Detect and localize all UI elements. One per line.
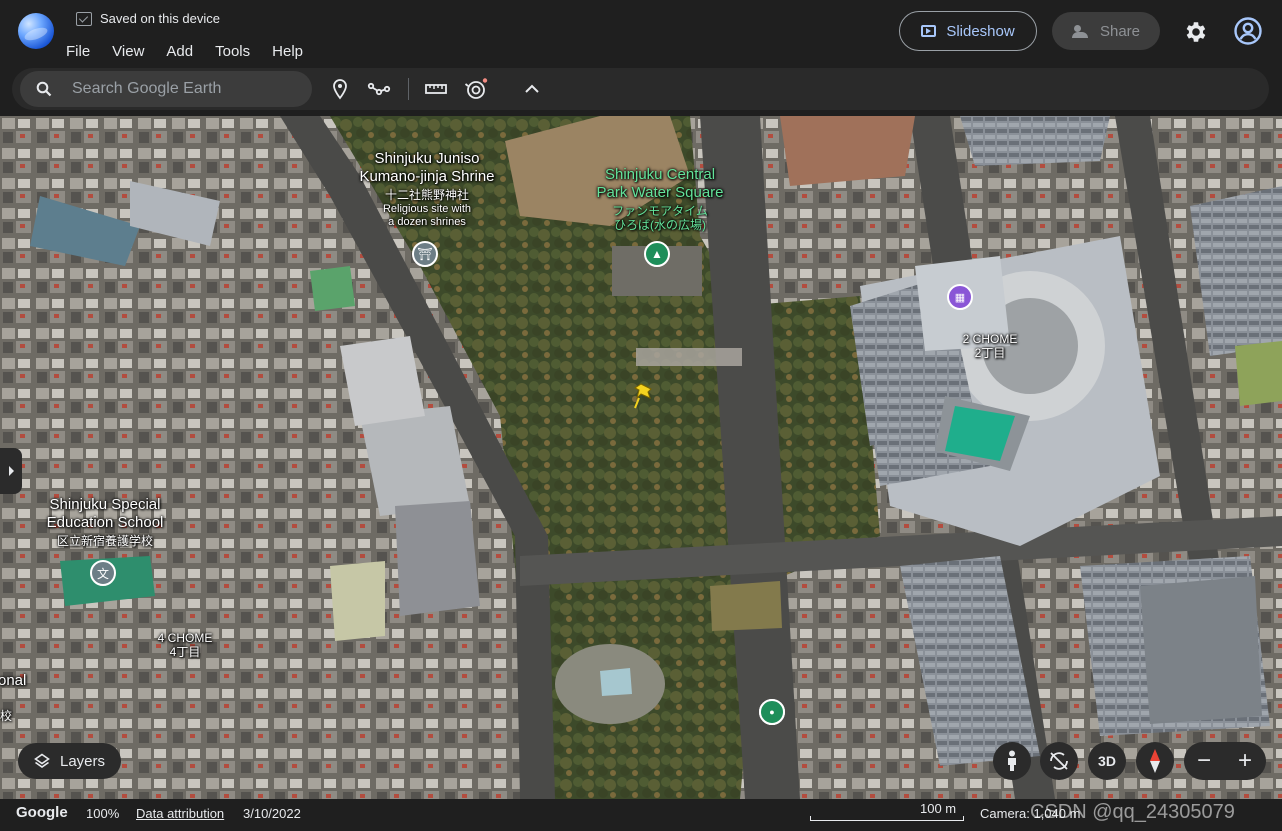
menu-help[interactable]: Help [264, 40, 311, 63]
watermark: CSDN @qq_24305079 [1030, 801, 1235, 823]
pegman-icon [1008, 750, 1016, 771]
label-juniso-description: Religious site with a dozen shrines [382, 203, 472, 228]
slideshow-button[interactable]: Slideshow [899, 11, 1037, 51]
search-icon [36, 81, 52, 97]
scale-label: 100 m [920, 801, 957, 816]
shrine-marker-icon[interactable]: ⛩ [412, 241, 438, 267]
street-view-button[interactable] [993, 742, 1031, 780]
gear-icon[interactable] [1183, 19, 1209, 45]
search-input[interactable] [72, 71, 302, 107]
menu-add[interactable]: Add [158, 40, 201, 63]
menu-view[interactable]: View [104, 40, 152, 63]
blurred-label [636, 348, 742, 366]
scale-bar [810, 816, 964, 821]
imagery-date: 3/10/2022 [243, 806, 301, 821]
toolbar [12, 68, 1269, 110]
label-2-chome: 2 CHOME 2丁目 [962, 332, 1018, 360]
compass-button[interactable] [1136, 742, 1174, 780]
people-icon [1071, 25, 1090, 38]
saved-check-icon [76, 11, 92, 26]
side-panel-toggle[interactable] [0, 448, 22, 494]
label-juniso-shrine: Shinjuku Juniso Kumano-jinja Shrine [359, 150, 495, 185]
building-marker-icon[interactable]: ▦ [947, 284, 973, 310]
chevron-up-icon[interactable] [520, 77, 544, 101]
slideshow-label: Slideshow [946, 22, 1015, 40]
zoom-in-button[interactable]: + [1225, 742, 1265, 780]
label-school-cut: onal [0, 672, 27, 689]
path-icon[interactable] [367, 77, 391, 101]
google-earth-logo-icon[interactable] [18, 13, 54, 49]
yellow-pushpin-icon[interactable] [633, 380, 655, 410]
menu-file[interactable]: File [58, 40, 98, 63]
layers-icon [34, 753, 50, 768]
label-special-education-school-jp: 区立新宿養護学校 [56, 534, 153, 548]
menu-bar: File View Add Tools Help [58, 40, 317, 63]
park-marker-icon[interactable]: ▲ [644, 241, 670, 267]
layers-button[interactable]: Layers [18, 743, 121, 779]
zoom-out-button[interactable]: − [1184, 742, 1224, 780]
layers-label: Layers [60, 752, 106, 770]
slideshow-icon [921, 25, 937, 37]
3d-toggle-button[interactable]: 3D [1088, 742, 1126, 780]
label-school-cut-jp: 校 [0, 709, 13, 723]
voyager-icon[interactable] [464, 77, 488, 101]
placemark-icon[interactable] [328, 77, 352, 101]
save-status-label: Saved on this device [100, 11, 220, 26]
tilt-off-icon [1050, 752, 1068, 770]
compass-icon [1150, 749, 1160, 773]
label-water-square: Shinjuku Central Park Water Square [596, 166, 724, 201]
label-water-square-jp: ファンモアタイム ひろば(水の広場) [612, 204, 708, 232]
share-label: Share [1099, 22, 1141, 40]
menu-tools[interactable]: Tools [207, 40, 258, 63]
app-header: Saved on this device File View Add Tools… [0, 0, 1282, 116]
place-marker-icon[interactable]: ● [759, 699, 785, 725]
measure-icon[interactable] [424, 77, 448, 101]
data-attribution-link[interactable]: Data attribution [136, 806, 224, 821]
reset-tilt-button[interactable] [1040, 742, 1078, 780]
zoom-controls: − + [1184, 742, 1266, 780]
school-marker-icon[interactable]: 文 [90, 560, 116, 586]
search-box[interactable] [20, 71, 312, 107]
save-status: Saved on this device [76, 11, 220, 26]
label-juniso-shrine-jp: 十二社熊野神社 [384, 188, 469, 202]
toolbar-divider [408, 78, 409, 100]
label-special-education-school: Shinjuku Special Education School [46, 496, 164, 531]
google-logo: Google [16, 804, 68, 821]
label-4-chome: 4 CHOME 4丁目 [157, 631, 213, 659]
status-bar: Google 100% Data attribution 3/10/2022 1… [0, 799, 1282, 831]
satellite-map[interactable]: ⛩ ▲ ▦ 文 ● Shinjuku Juniso Kumano-jinja S… [0, 116, 1282, 799]
zoom-level: 100% [86, 806, 120, 821]
share-button[interactable]: Share [1052, 12, 1160, 50]
account-icon[interactable] [1233, 16, 1263, 46]
